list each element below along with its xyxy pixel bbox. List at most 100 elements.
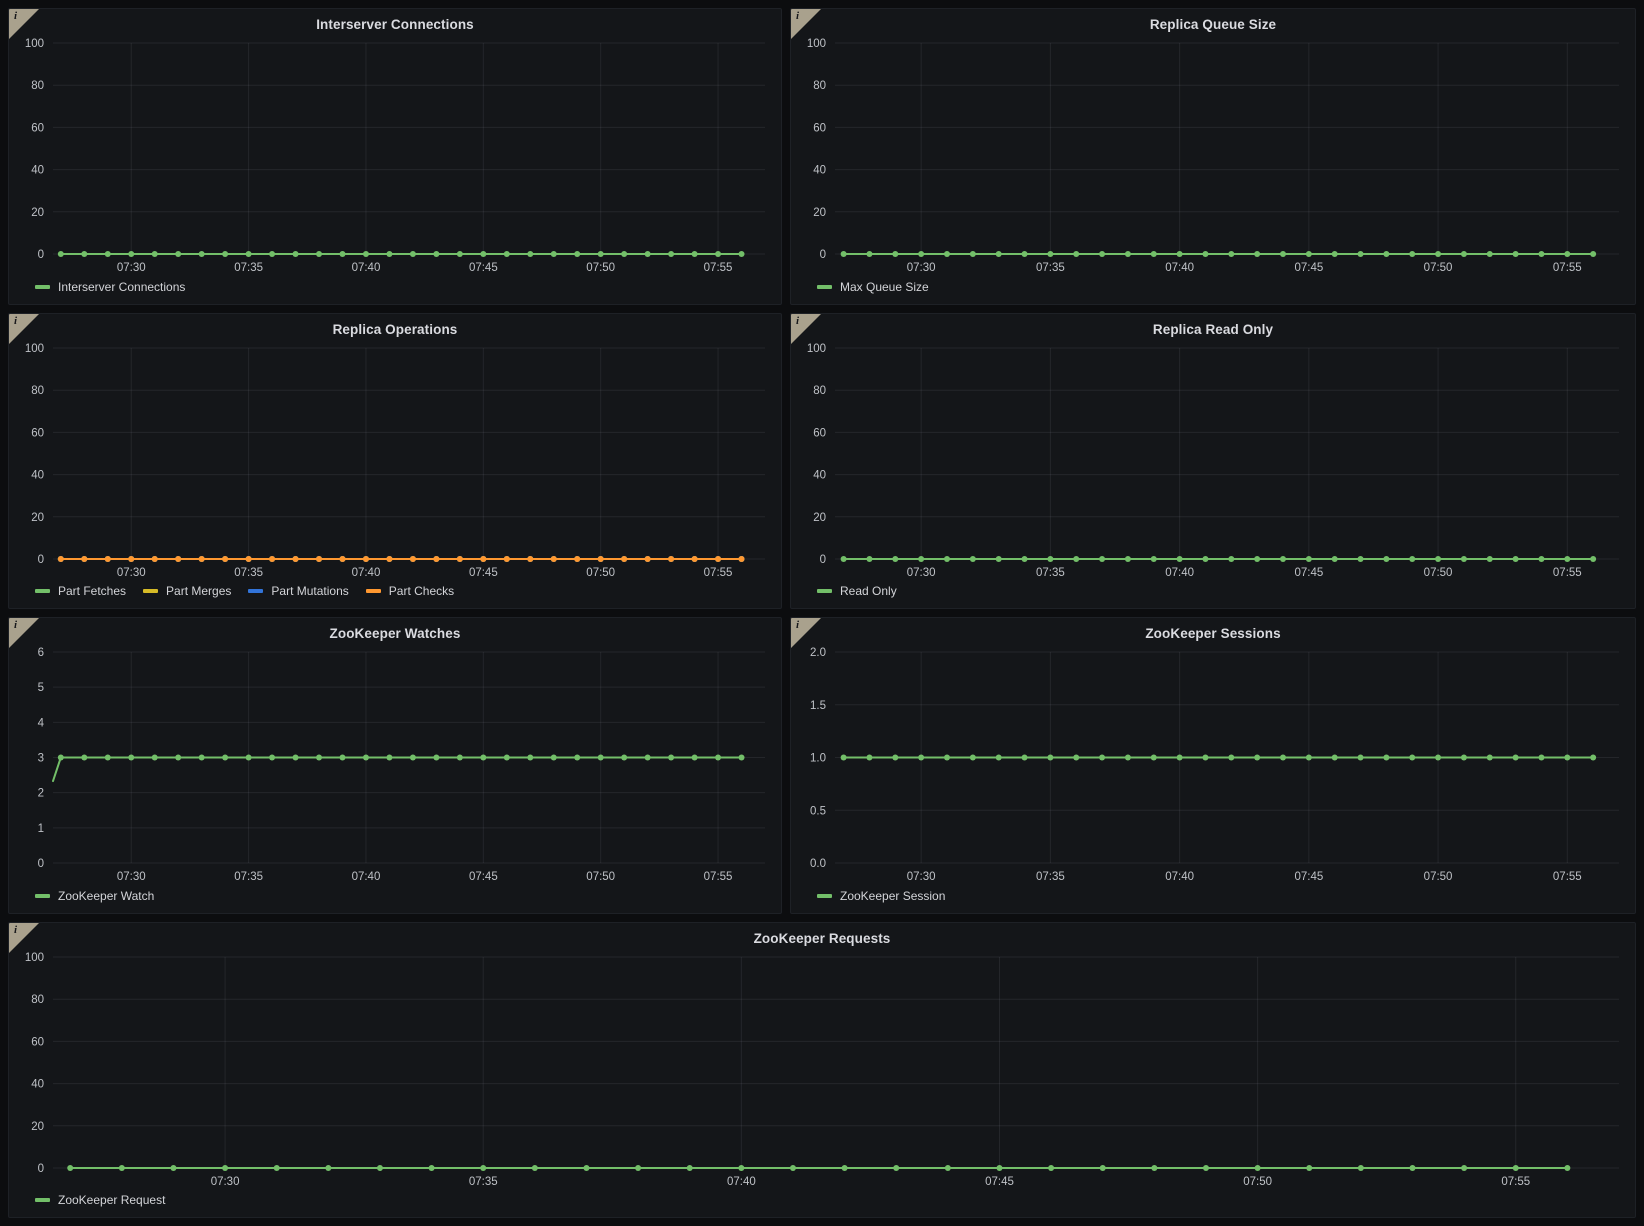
svg-text:80: 80 <box>31 385 44 397</box>
svg-text:5: 5 <box>38 682 44 694</box>
legend-item[interactable]: Part Mutations <box>248 584 348 598</box>
legend-series-label: Part Fetches <box>58 584 126 598</box>
legend-item[interactable]: Part Checks <box>366 584 454 598</box>
panel-info-corner[interactable]: i <box>9 618 39 648</box>
svg-text:20: 20 <box>813 511 826 523</box>
time-series-chart[interactable]: 2.01.51.00.50.007:3007:3507:4007:4507:50… <box>791 644 1635 887</box>
legend-series-swatch <box>35 285 50 289</box>
panel-info-corner[interactable]: i <box>9 9 39 39</box>
svg-text:07:55: 07:55 <box>1553 871 1582 883</box>
svg-text:07:55: 07:55 <box>704 871 733 883</box>
chart-plot-area: 654321007:3007:3507:4007:4507:5007:55 <box>9 644 781 887</box>
svg-text:2: 2 <box>38 788 44 800</box>
svg-text:1.0: 1.0 <box>810 753 826 765</box>
svg-text:2.0: 2.0 <box>810 647 826 659</box>
panel-title[interactable]: Replica Operations <box>9 314 781 340</box>
legend-item[interactable]: Interserver Connections <box>35 280 185 294</box>
legend-item[interactable]: Max Queue Size <box>817 280 929 294</box>
panel-interserver-connections: i Interserver Connections 10080604020007… <box>8 8 782 305</box>
info-icon: i <box>796 10 799 22</box>
legend: Read Only <box>791 582 1635 608</box>
svg-text:60: 60 <box>31 122 44 134</box>
chart-plot-area: 10080604020007:3007:3507:4007:4507:5007:… <box>9 340 781 583</box>
time-series-chart[interactable]: 10080604020007:3007:3507:4007:4507:5007:… <box>9 35 781 278</box>
svg-text:07:30: 07:30 <box>117 871 146 883</box>
svg-text:20: 20 <box>31 207 44 219</box>
svg-text:0: 0 <box>38 554 44 566</box>
legend-series-swatch <box>248 589 263 593</box>
svg-text:0.0: 0.0 <box>810 858 826 870</box>
time-series-chart[interactable]: 10080604020007:3007:3507:4007:4507:5007:… <box>791 340 1635 583</box>
legend-series-swatch <box>35 1198 50 1202</box>
legend-item[interactable]: Part Merges <box>143 584 231 598</box>
legend-series-swatch <box>817 589 832 593</box>
panel-zookeeper-sessions: i ZooKeeper Sessions 2.01.51.00.50.007:3… <box>790 617 1636 914</box>
time-series-chart[interactable]: 654321007:3007:3507:4007:4507:5007:55 <box>9 644 781 887</box>
panel-info-corner[interactable]: i <box>9 314 39 344</box>
svg-text:60: 60 <box>813 122 826 134</box>
svg-text:40: 40 <box>31 165 44 177</box>
svg-text:07:55: 07:55 <box>1553 567 1582 579</box>
panel-info-corner[interactable]: i <box>791 9 821 39</box>
legend-item[interactable]: ZooKeeper Watch <box>35 889 154 903</box>
svg-text:07:50: 07:50 <box>586 871 615 883</box>
panel-title[interactable]: ZooKeeper Watches <box>9 618 781 644</box>
svg-text:07:40: 07:40 <box>352 567 381 579</box>
svg-text:07:30: 07:30 <box>907 871 936 883</box>
legend-item[interactable]: Part Fetches <box>35 584 126 598</box>
legend-series-swatch <box>817 285 832 289</box>
time-series-chart[interactable]: 10080604020007:3007:3507:4007:4507:5007:… <box>791 35 1635 278</box>
legend-series-label: ZooKeeper Watch <box>58 889 154 903</box>
svg-text:07:30: 07:30 <box>117 262 146 274</box>
legend-series-swatch <box>366 589 381 593</box>
legend-series-label: ZooKeeper Request <box>58 1193 165 1207</box>
legend-series-label: Max Queue Size <box>840 280 929 294</box>
svg-text:07:35: 07:35 <box>1036 871 1065 883</box>
svg-text:40: 40 <box>31 1078 44 1090</box>
time-series-chart[interactable]: 10080604020007:3007:3507:4007:4507:5007:… <box>9 949 1635 1192</box>
panel-info-corner[interactable]: i <box>791 314 821 344</box>
time-series-chart[interactable]: 10080604020007:3007:3507:4007:4507:5007:… <box>9 340 781 583</box>
legend: ZooKeeper Request <box>9 1191 1635 1217</box>
legend-series-label: Read Only <box>840 584 897 598</box>
svg-text:07:40: 07:40 <box>1165 262 1194 274</box>
svg-text:07:40: 07:40 <box>1165 567 1194 579</box>
svg-text:60: 60 <box>31 427 44 439</box>
panel-info-corner[interactable]: i <box>9 923 39 953</box>
svg-text:0: 0 <box>820 249 826 261</box>
panel-info-corner[interactable]: i <box>791 618 821 648</box>
svg-text:40: 40 <box>813 469 826 481</box>
legend-item[interactable]: Read Only <box>817 584 897 598</box>
info-icon: i <box>796 619 799 631</box>
svg-text:07:50: 07:50 <box>586 567 615 579</box>
chart-plot-area: 2.01.51.00.50.007:3007:3507:4007:4507:50… <box>791 644 1635 887</box>
legend-series-swatch <box>35 589 50 593</box>
legend-series-swatch <box>35 894 50 898</box>
svg-text:07:50: 07:50 <box>1243 1176 1272 1188</box>
panel-title[interactable]: Replica Queue Size <box>791 9 1635 35</box>
svg-text:07:40: 07:40 <box>727 1176 756 1188</box>
svg-text:100: 100 <box>25 38 44 50</box>
legend-series-label: Interserver Connections <box>58 280 185 294</box>
svg-text:07:35: 07:35 <box>469 1176 498 1188</box>
svg-text:80: 80 <box>31 994 44 1006</box>
chart-plot-area: 10080604020007:3007:3507:4007:4507:5007:… <box>791 35 1635 278</box>
panel-replica-operations: i Replica Operations 10080604020007:3007… <box>8 313 782 610</box>
legend-item[interactable]: ZooKeeper Session <box>817 889 945 903</box>
panel-replica-queue-size: i Replica Queue Size 10080604020007:3007… <box>790 8 1636 305</box>
svg-text:40: 40 <box>31 469 44 481</box>
svg-text:6: 6 <box>38 647 44 659</box>
legend-item[interactable]: ZooKeeper Request <box>35 1193 165 1207</box>
panel-title[interactable]: Interserver Connections <box>9 9 781 35</box>
panel-title[interactable]: Replica Read Only <box>791 314 1635 340</box>
svg-text:07:30: 07:30 <box>907 262 936 274</box>
legend-series-label: Part Merges <box>166 584 231 598</box>
panel-title[interactable]: ZooKeeper Requests <box>9 923 1635 949</box>
panel-title[interactable]: ZooKeeper Sessions <box>791 618 1635 644</box>
svg-text:0: 0 <box>38 249 44 261</box>
svg-text:07:30: 07:30 <box>117 567 146 579</box>
svg-text:100: 100 <box>807 343 826 355</box>
legend: ZooKeeper Watch <box>9 887 781 913</box>
svg-text:07:45: 07:45 <box>469 871 498 883</box>
svg-text:07:45: 07:45 <box>985 1176 1014 1188</box>
